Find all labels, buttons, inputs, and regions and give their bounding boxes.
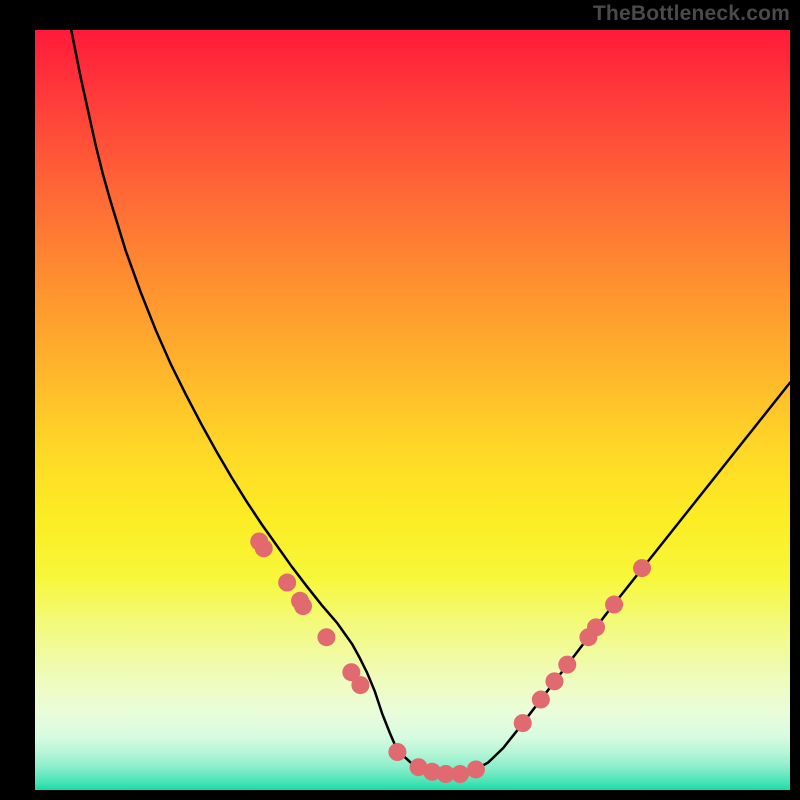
data-marker xyxy=(514,714,532,732)
data-marker xyxy=(605,596,623,614)
watermark-text: TheBottleneck.com xyxy=(593,2,790,26)
data-marker xyxy=(532,691,550,709)
data-marker xyxy=(294,597,312,615)
outer-frame: TheBottleneck.com xyxy=(0,0,800,800)
data-marker xyxy=(587,618,605,636)
data-marker xyxy=(545,672,563,690)
data-marker xyxy=(317,628,335,646)
bottleneck-curve xyxy=(71,30,790,774)
data-marker xyxy=(451,765,469,783)
data-marker xyxy=(278,574,296,592)
data-marker xyxy=(558,656,576,674)
data-marker xyxy=(633,559,651,577)
data-marker xyxy=(467,760,485,778)
data-marker xyxy=(351,676,369,694)
chart-overlay xyxy=(35,30,790,790)
data-marker xyxy=(388,743,406,761)
data-markers xyxy=(250,532,651,783)
data-marker xyxy=(255,539,273,557)
